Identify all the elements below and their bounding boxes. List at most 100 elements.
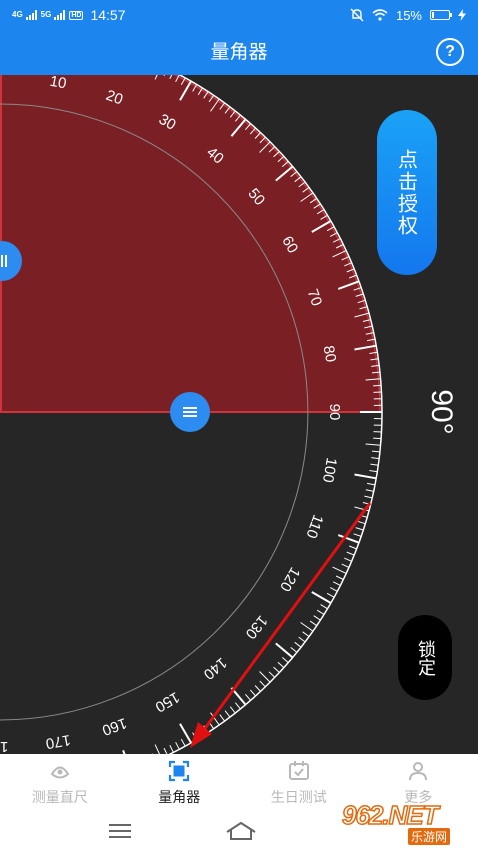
tick-label: 170 (44, 731, 72, 752)
tick-mark (290, 647, 298, 653)
tick-mark (300, 622, 314, 632)
tick-label: 120 (276, 564, 303, 594)
status-bar: 4G 5G HD 14:57 15% (0, 0, 478, 30)
watermark-brand: 962.NET (341, 799, 439, 831)
tick-mark (367, 482, 376, 486)
tick-mark (235, 702, 241, 710)
tick-mark (309, 620, 317, 627)
tick-label: 140 (200, 654, 230, 683)
battery-percent: 15% (395, 7, 422, 23)
user-icon (409, 762, 428, 781)
protractor-icon (169, 760, 190, 782)
arrow-shaft (196, 502, 372, 739)
tick-mark (346, 551, 355, 556)
tick-mark (355, 527, 364, 531)
tick-mark (298, 636, 306, 643)
tick-mark (175, 741, 180, 750)
nav-label: 测量直尺 (31, 790, 88, 806)
tick-mark (329, 587, 338, 592)
tick-label: 18 (0, 738, 8, 755)
tick-mark (224, 710, 231, 718)
tick-mark (332, 581, 341, 586)
nav-label: 生日测试 (270, 790, 327, 806)
watermark-sub: 乐游网 (408, 828, 451, 845)
tick-mark (169, 744, 174, 753)
tick-mark (281, 657, 289, 663)
nav-item-protractor[interactable]: 量角器 (120, 754, 240, 812)
tick-mark (302, 631, 310, 637)
grant-permission-button[interactable]: 点击授权 (377, 110, 437, 275)
tick-label: 10 (48, 75, 67, 92)
tick-mark (313, 615, 321, 621)
signal-bars-icon (54, 10, 66, 20)
tick-mark (219, 714, 225, 722)
tick-mark (294, 641, 302, 648)
battery-fill (432, 12, 435, 18)
tick-mark (245, 693, 251, 701)
angle-drag-handle[interactable] (170, 392, 210, 432)
tick-mark (326, 592, 335, 598)
tick-mark (371, 457, 380, 460)
tick-label: 160 (100, 714, 129, 739)
charging-icon (458, 9, 466, 21)
home-icon[interactable] (225, 818, 257, 844)
tick-label: 90 (326, 404, 343, 421)
calendar-icon (288, 761, 309, 780)
title-bar: 量角器 ? (0, 30, 478, 75)
tick-label: 100 (319, 456, 340, 484)
tick-mark (259, 671, 271, 683)
tick-mark (275, 642, 294, 659)
tick-mark (371, 450, 380, 453)
menu-icon[interactable] (107, 818, 133, 844)
mute-icon (350, 8, 364, 22)
wifi-icon (372, 9, 388, 21)
lock-label: 锁定 (415, 639, 436, 676)
signal-4g: 4G (12, 10, 23, 19)
grant-permission-label: 点击授权 (394, 148, 419, 237)
lock-button[interactable]: 锁定 (398, 615, 452, 700)
signal-5g: 5G (40, 10, 52, 19)
nav-item-birthday[interactable]: 生日测试 (239, 754, 359, 812)
tick-mark (354, 473, 377, 480)
tick-mark (249, 689, 256, 697)
help-button[interactable]: ? (436, 38, 464, 66)
tick-label: 130 (242, 612, 271, 642)
tick-label: 110 (302, 512, 326, 540)
tick-mark (273, 666, 280, 673)
tick-label: 150 (152, 688, 182, 715)
tick-mark (332, 566, 347, 574)
signal-bars-icon (25, 10, 37, 20)
ruler-icon (50, 766, 70, 779)
tick-mark (344, 557, 352, 562)
tick-mark (335, 575, 344, 580)
tick-mark (254, 685, 261, 692)
tick-mark (341, 563, 350, 568)
tick-mark (268, 671, 276, 678)
clock: 14:57 (90, 7, 126, 23)
battery-icon (430, 10, 452, 20)
tick-mark (364, 495, 373, 499)
tick-mark (320, 604, 328, 610)
tick-mark (373, 384, 382, 387)
tick-mark (370, 463, 379, 466)
nav-label: 量角器 (158, 790, 201, 806)
tick-mark (180, 738, 186, 747)
app-screen: 4G 5G HD 14:57 15% 量角器 ? 10 20 30 40 50 60 70 8… (0, 0, 478, 850)
watermark-logo: 962.NET 乐游网 (341, 799, 472, 848)
page-title: 量角器 (210, 41, 268, 63)
tick-mark (353, 533, 362, 537)
tick-mark (316, 609, 325, 615)
tick-label: 80 (320, 344, 340, 363)
tick-mark (369, 470, 378, 473)
angle-readout: 90° (425, 389, 458, 435)
tick-mark (349, 545, 357, 550)
tick-mark (277, 661, 285, 668)
nav-item-ruler[interactable]: 测量直尺 (0, 754, 120, 812)
tick-mark (373, 437, 382, 440)
tick-mark (259, 680, 266, 688)
tick-mark (229, 706, 236, 714)
tick-mark (365, 443, 381, 446)
hd-badge: HD (69, 10, 84, 20)
tick-mark (365, 489, 374, 492)
tick-mark (357, 520, 366, 525)
